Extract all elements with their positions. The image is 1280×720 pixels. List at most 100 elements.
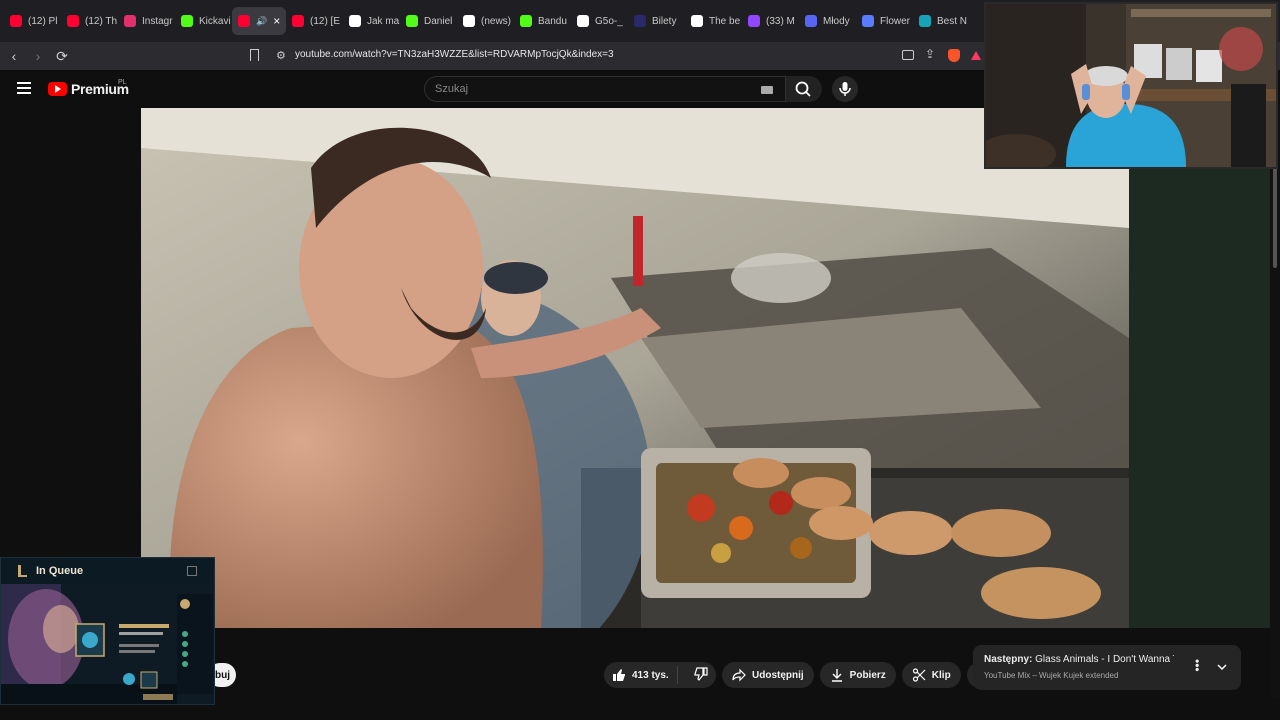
site-settings-icon[interactable]: ⚙: [276, 49, 286, 62]
tab-label: Best N: [937, 15, 968, 27]
tab-favicon-icon: [577, 15, 589, 27]
forward-button[interactable]: ›: [28, 46, 48, 66]
tab-label: Bandu: [538, 15, 567, 27]
video-player[interactable]: [141, 108, 1129, 628]
like-dislike-group: 413 tys.: [604, 662, 716, 688]
tab-label: G5o-_: [595, 15, 623, 27]
video-actions: 413 tys. Udostępnij Pobierz Klip •••: [604, 662, 993, 688]
menu-icon[interactable]: [17, 82, 31, 94]
like-count: 413 tys.: [632, 669, 669, 681]
tab-label: Instagr: [142, 15, 173, 27]
browser-tab[interactable]: The be: [685, 7, 742, 35]
game-queue-overlay: In Queue: [0, 557, 215, 705]
tab-favicon-icon: [67, 15, 79, 27]
share-page-icon[interactable]: ⇪: [925, 47, 935, 61]
tab-favicon-icon: [124, 15, 136, 27]
webcam-overlay: [984, 2, 1278, 169]
share-label: Udostępnij: [752, 669, 804, 681]
league-logo-icon: [18, 565, 27, 577]
browser-tab[interactable]: Kickavi: [175, 7, 232, 35]
up-next-subtitle: YouTube Mix – Wujek Kujek extended: [984, 671, 1119, 680]
tab-favicon-icon: [238, 15, 250, 27]
tab-label: Młody: [823, 15, 850, 27]
tab-label: Jak ma: [367, 15, 400, 27]
browser-tab[interactable]: Bilety: [628, 7, 685, 35]
tab-label: Kickavi: [199, 15, 231, 27]
up-next-card[interactable]: Następny: Glass Animals - I Don't Wanna …: [973, 645, 1241, 690]
chevron-down-icon[interactable]: [1216, 661, 1228, 673]
back-button[interactable]: ‹: [4, 46, 24, 66]
tab-label: (news): [481, 15, 512, 27]
browser-tab[interactable]: (news): [457, 7, 514, 35]
tab-label: (12) [E: [310, 15, 341, 27]
browser-tab[interactable]: Instagr: [118, 7, 175, 35]
dislike-button[interactable]: [684, 666, 708, 684]
cast-icon[interactable]: [902, 50, 914, 60]
tab-favicon-icon: [748, 15, 760, 27]
browser-tab[interactable]: Bandu: [514, 7, 571, 35]
audio-playing-icon[interactable]: 🔊: [256, 16, 267, 27]
tab-favicon-icon: [919, 15, 931, 27]
tab-favicon-icon: [463, 15, 475, 27]
browser-tab[interactable]: G5o-_: [571, 7, 628, 35]
tab-favicon-icon: [691, 15, 703, 27]
logo-region: PL: [118, 79, 127, 86]
tab-favicon-icon: [805, 15, 817, 27]
bookmark-icon[interactable]: [250, 49, 259, 61]
share-button[interactable]: Udostępnij: [722, 662, 814, 688]
youtube-play-icon: [48, 82, 67, 96]
tab-favicon-icon: [181, 15, 193, 27]
scissors-icon: [912, 668, 926, 682]
reload-button[interactable]: ⟳: [52, 46, 72, 66]
microphone-icon: [839, 82, 851, 96]
browser-tab[interactable]: (33) M: [742, 7, 799, 35]
brave-rewards-icon[interactable]: [971, 51, 981, 60]
download-label: Pobierz: [849, 669, 886, 681]
browser-tab[interactable]: Daniel: [400, 7, 457, 35]
browser-tab[interactable]: Jak ma: [343, 7, 400, 35]
search-button[interactable]: [786, 76, 822, 102]
tab-favicon-icon: [292, 15, 304, 27]
tab-label: (12) Th: [85, 15, 118, 27]
voice-search-button[interactable]: [832, 76, 858, 102]
like-button[interactable]: 413 tys.: [604, 666, 678, 684]
browser-tab[interactable]: (12) [E: [286, 7, 343, 35]
youtube-premium-logo[interactable]: Premium PL: [48, 79, 129, 97]
tab-label: Bilety: [652, 15, 677, 27]
tab-favicon-icon: [349, 15, 361, 27]
brave-shield-icon[interactable]: [948, 49, 960, 62]
queue-client-preview: [1, 584, 214, 704]
tab-label: (12) Pl: [28, 15, 58, 27]
browser-tab[interactable]: 🔊 ×: [232, 7, 286, 35]
close-tab-icon[interactable]: ×: [273, 14, 280, 28]
browser-tab[interactable]: Best N: [913, 7, 970, 35]
tab-label: (33) M: [766, 15, 795, 27]
page-scrollbar[interactable]: [1270, 108, 1280, 698]
browser-tab[interactable]: Flower: [856, 7, 913, 35]
search-box: [424, 76, 786, 102]
video-frame: [141, 108, 1129, 628]
tab-label: The be: [709, 15, 741, 27]
search-input[interactable]: [435, 83, 735, 95]
clip-label: Klip: [931, 669, 951, 681]
more-vertical-icon[interactable]: •••: [1190, 659, 1204, 672]
up-next-title-line: Następny: Glass Animals - I Don't Wanna …: [984, 654, 1174, 665]
browser-tab[interactable]: (12) Pl: [4, 7, 61, 35]
queue-header: In Queue: [1, 558, 214, 584]
download-button[interactable]: Pobierz: [819, 662, 896, 688]
browser-tab[interactable]: (12) Th: [61, 7, 118, 35]
tab-label: Flower: [880, 15, 911, 27]
url-text[interactable]: youtube.com/watch?v=TN3zaH3WZZE&list=RDV…: [295, 49, 614, 60]
clip-button[interactable]: Klip: [901, 662, 961, 688]
queue-title: In Queue: [36, 565, 84, 577]
tab-favicon-icon: [634, 15, 646, 27]
up-next-title: Glass Animals - I Don't Wanna Tal...: [1035, 654, 1174, 665]
tab-favicon-icon: [520, 15, 532, 27]
secondary-panel: [1129, 108, 1270, 628]
browser-tab[interactable]: Młody: [799, 7, 856, 35]
keyboard-icon[interactable]: [761, 86, 773, 94]
search-icon: [795, 81, 811, 97]
thumbs-down-icon: [694, 666, 708, 681]
expand-icon[interactable]: [187, 566, 197, 576]
tab-favicon-icon: [10, 15, 22, 27]
